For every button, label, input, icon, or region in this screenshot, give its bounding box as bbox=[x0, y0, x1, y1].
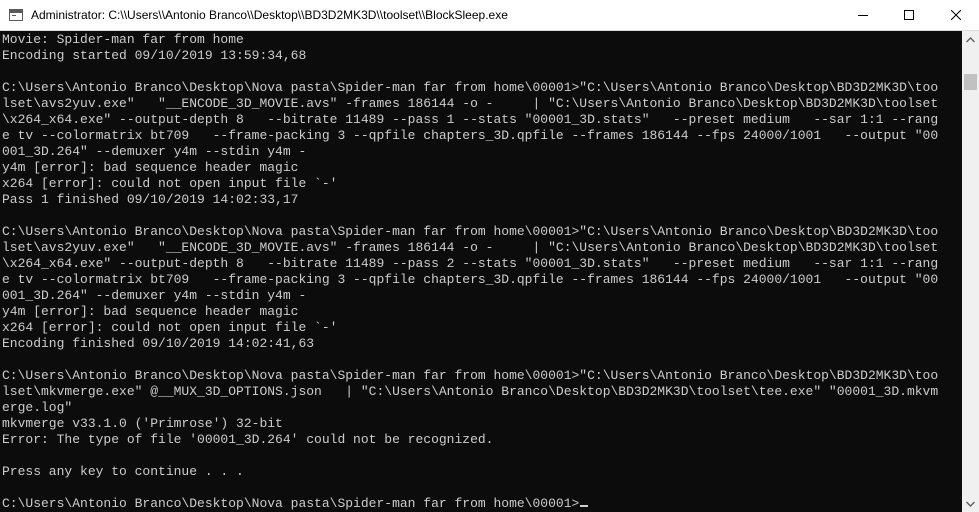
console-window-icon[interactable] bbox=[9, 9, 23, 21]
console-line: 001_3D.264" --demuxer y4m --stdin y4m - bbox=[2, 288, 307, 303]
maximize-icon bbox=[904, 10, 914, 20]
console-line: Pass 1 finished 09/10/2019 14:02:33,17 bbox=[2, 192, 299, 207]
scroll-up-arrow-icon bbox=[966, 36, 975, 42]
console-line: 001_3D.264" --demuxer y4m --stdin y4m - bbox=[2, 144, 307, 159]
close-button[interactable] bbox=[933, 0, 979, 30]
close-icon bbox=[951, 10, 961, 20]
title-bar[interactable]: Administrator: C:\\Users\\Antonio Branco… bbox=[0, 0, 979, 31]
minimize-button[interactable] bbox=[840, 0, 886, 30]
console-line: \x264_x64.exe" --output-depth 8 --bitrat… bbox=[2, 256, 939, 271]
console-line: e tv --colormatrix bt709 --frame-packing… bbox=[2, 128, 939, 143]
console-line: Error: The type of file '00001_3D.264' c… bbox=[2, 432, 494, 447]
console-line: y4m [error]: bad sequence header magic bbox=[2, 304, 299, 319]
console-line: y4m [error]: bad sequence header magic bbox=[2, 160, 299, 175]
console-line: Encoding finished 09/10/2019 14:02:41,63 bbox=[2, 336, 315, 351]
console-line: C:\Users\Antonio Branco\Desktop\Nova pas… bbox=[2, 224, 939, 239]
console-line: Press any key to continue . . . bbox=[2, 464, 244, 479]
console-line: x264 [error]: could not open input file … bbox=[2, 320, 338, 335]
console-line: erge.log" bbox=[2, 400, 73, 415]
console-line: e tv --colormatrix bt709 --frame-packing… bbox=[2, 272, 939, 287]
console-line: Encoding started 09/10/2019 13:59:34,68 bbox=[2, 48, 307, 63]
console-line: C:\Users\Antonio Branco\Desktop\Nova pas… bbox=[2, 368, 939, 383]
scroll-down-arrow-icon bbox=[966, 501, 975, 507]
window-title: Administrator: C:\\Users\\Antonio Branco… bbox=[31, 8, 508, 22]
minimize-icon bbox=[858, 15, 868, 16]
console-line: x264 [error]: could not open input file … bbox=[2, 176, 338, 191]
console-output[interactable]: Movie: Spider-man far from home Encoding … bbox=[0, 31, 962, 512]
console-line: C:\Users\Antonio Branco\Desktop\Nova pas… bbox=[2, 496, 589, 512]
scrollbar-thumb[interactable] bbox=[964, 73, 977, 90]
console-line: mkvmerge v33.1.0 ('Primrose') 32-bit bbox=[2, 416, 283, 431]
console-line: lset\avs2yuv.exe" "__ENCODE_3D_MOVIE.avs… bbox=[2, 96, 939, 111]
scroll-down-button[interactable] bbox=[962, 495, 979, 512]
vertical-scrollbar[interactable] bbox=[962, 31, 979, 512]
console-line: Movie: Spider-man far from home bbox=[2, 32, 244, 47]
scroll-up-button[interactable] bbox=[962, 31, 979, 48]
console-line: \x264_x64.exe" --output-depth 8 --bitrat… bbox=[2, 112, 939, 127]
console-line: lset\mkvmerge.exe" @__MUX_3D_OPTIONS.jso… bbox=[2, 384, 939, 399]
text-cursor bbox=[580, 505, 589, 507]
console-line: C:\Users\Antonio Branco\Desktop\Nova pas… bbox=[2, 80, 939, 95]
console-line: lset\avs2yuv.exe" "__ENCODE_3D_MOVIE.avs… bbox=[2, 240, 939, 255]
maximize-button[interactable] bbox=[886, 0, 932, 30]
